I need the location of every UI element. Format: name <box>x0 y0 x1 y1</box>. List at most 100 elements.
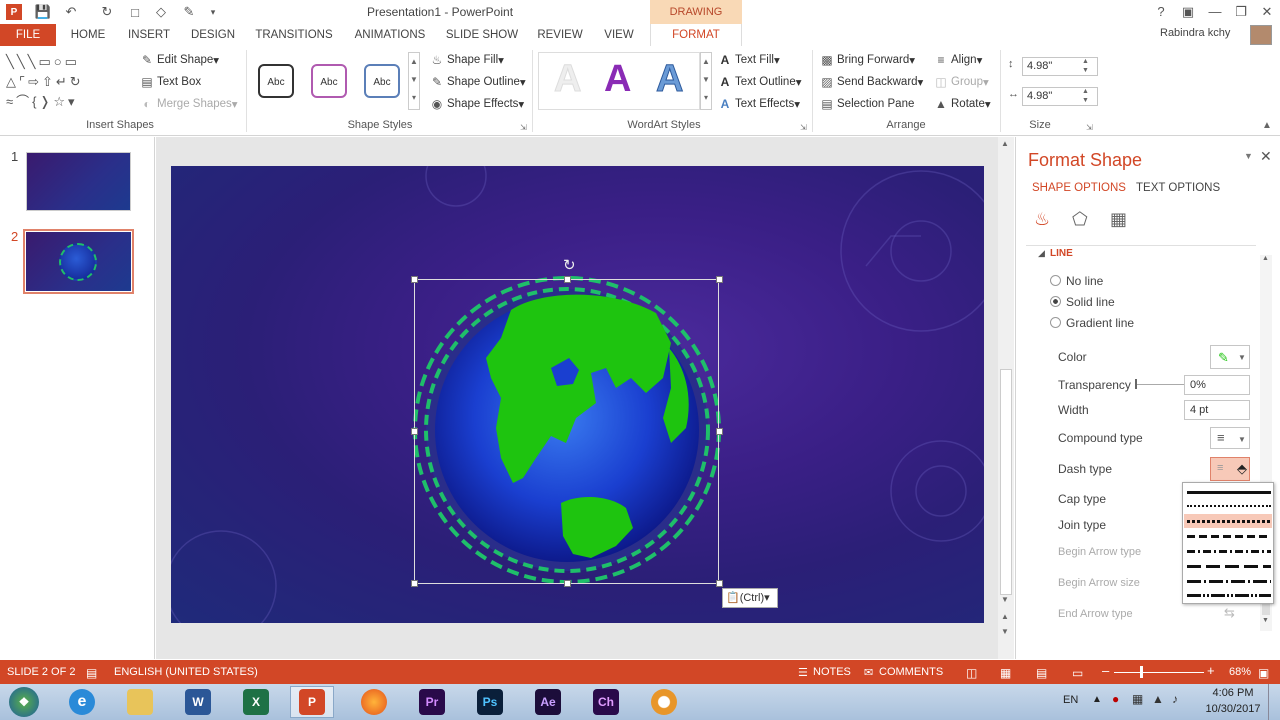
scroll-up-icon[interactable]: ▲ <box>1001 139 1009 148</box>
taskbar-recorder[interactable] <box>642 686 686 718</box>
wordart-style-1[interactable]: A <box>553 58 581 101</box>
next-slide-icon[interactable]: ▼ <box>1001 627 1009 636</box>
resize-handle[interactable] <box>411 428 418 435</box>
taskbar-powerpoint[interactable]: P <box>290 686 334 718</box>
solid-line-radio[interactable] <box>1050 296 1061 307</box>
transparency-input[interactable]: 0% <box>1184 375 1250 395</box>
slide-thumbnail-1[interactable] <box>26 152 131 211</box>
dash-option-long-dash-dot[interactable] <box>1187 576 1271 586</box>
minimize-button[interactable]: — <box>1204 2 1226 22</box>
dialog-launcher-icon[interactable]: ⇲ <box>520 123 527 132</box>
clock-date[interactable]: 10/30/2017 <box>1202 703 1264 715</box>
pane-close-icon[interactable]: ✕ <box>1260 148 1272 165</box>
comments-button[interactable]: COMMENTS <box>879 666 943 678</box>
tab-format[interactable]: FORMAT <box>650 24 742 46</box>
wordart-style-2[interactable]: A <box>604 58 631 101</box>
size-properties-icon[interactable]: ▦ <box>1110 209 1127 230</box>
ribbon-display-icon[interactable]: ▣ <box>1177 2 1199 22</box>
tray-icon[interactable]: ● <box>1112 692 1119 706</box>
pane-options-icon[interactable]: ▼ <box>1244 151 1253 161</box>
slide-sorter-icon[interactable]: ▦ <box>1000 666 1011 680</box>
network-icon[interactable]: ▲ <box>1152 692 1164 706</box>
color-picker-button[interactable]: ✎ ▼ <box>1210 345 1250 369</box>
tab-transitions[interactable]: TRANSITIONS <box>252 24 336 46</box>
user-name[interactable]: Rabindra kchy <box>1160 27 1230 39</box>
align-button[interactable]: ≡ Align ▾ <box>934 53 982 67</box>
effects-pentagon-icon[interactable]: ⬠ <box>1072 209 1088 230</box>
bring-forward-button[interactable]: ▩ Bring Forward ▾ <box>820 53 915 67</box>
input-language[interactable]: EN <box>1063 694 1078 706</box>
start-button[interactable]: ❖ <box>2 686 46 718</box>
fit-to-window-icon[interactable]: ▣ <box>1258 666 1269 680</box>
taskbar-premiere[interactable]: Pr <box>410 686 454 718</box>
resize-handle[interactable] <box>716 428 723 435</box>
selection-pane-button[interactable]: ▤ Selection Pane <box>820 97 914 111</box>
wordart-style-3[interactable]: A <box>655 58 683 101</box>
dash-option-dash-dot[interactable] <box>1187 546 1271 556</box>
tab-text-options[interactable]: TEXT OPTIONS <box>1136 182 1220 194</box>
resize-handle[interactable] <box>411 276 418 283</box>
shape-styles-scroll[interactable]: ▲ ▼ ▾ <box>408 52 420 110</box>
taskbar-word[interactable]: W <box>176 686 220 718</box>
shape-style-2[interactable]: Abc <box>311 64 347 98</box>
taskbar-explorer[interactable] <box>118 686 162 718</box>
transparency-slider[interactable] <box>1136 384 1184 385</box>
dash-option-dash[interactable] <box>1187 531 1271 541</box>
dialog-launcher-icon[interactable]: ⇲ <box>800 123 807 132</box>
scroll-down-icon[interactable]: ▼ <box>1001 595 1009 604</box>
text-box-button[interactable]: ▤ Text Box <box>140 75 201 89</box>
language-indicator[interactable]: ENGLISH (UNITED STATES) <box>114 666 258 678</box>
taskbar-firefox[interactable] <box>352 686 396 718</box>
rotate-button[interactable]: ▲ Rotate ▾ <box>934 97 991 111</box>
taskbar-after-effects[interactable]: Ae <box>526 686 570 718</box>
group-button[interactable]: ◫ Group ▾ <box>934 75 988 89</box>
help-button[interactable]: ? <box>1150 2 1172 22</box>
tab-shape-options[interactable]: SHAPE OPTIONS <box>1032 182 1126 194</box>
dash-option-long-dash-dot-dot[interactable] <box>1187 590 1271 600</box>
slide[interactable]: ↻ <box>171 166 984 623</box>
tab-design[interactable]: DESIGN <box>186 24 240 46</box>
text-effects-button[interactable]: A Text Effects ▾ <box>718 97 800 111</box>
notes-button[interactable]: NOTES <box>813 666 851 678</box>
slide-thumbnail-2[interactable] <box>26 232 131 291</box>
zoom-slider-thumb[interactable] <box>1140 666 1143 678</box>
no-line-radio[interactable] <box>1050 275 1061 286</box>
taskbar-ie[interactable]: e <box>60 686 104 718</box>
dash-type-dropdown[interactable]: ≡ ⬘ <box>1210 457 1250 481</box>
slide-count[interactable]: SLIDE 2 OF 2 <box>7 666 75 678</box>
show-hidden-icons[interactable]: ▲ <box>1092 694 1102 705</box>
shape-fill-button[interactable]: ♨ Shape Fill ▾ <box>430 53 504 67</box>
resize-handle[interactable] <box>564 276 571 283</box>
scroll-thumb[interactable] <box>1000 369 1012 595</box>
end-arrow-icon[interactable]: ⇆ <box>1224 605 1235 621</box>
width-input[interactable]: 4 pt <box>1184 400 1250 420</box>
edit-shape-button[interactable]: ✎ Edit Shape ▾ <box>140 53 219 67</box>
compound-type-dropdown[interactable]: ≡ ▼ <box>1210 427 1250 449</box>
transparency-slider-thumb[interactable] <box>1135 379 1137 389</box>
pane-scroll-down-icon[interactable]: ▼ <box>1262 617 1269 624</box>
previous-slide-icon[interactable]: ▲ <box>1001 612 1009 621</box>
taskbar-character-animator[interactable]: Ch <box>584 686 628 718</box>
resize-handle[interactable] <box>716 276 723 283</box>
taskbar-photoshop[interactable]: Ps <box>468 686 512 718</box>
height-spinner[interactable]: ▲ ▼ <box>1082 57 1089 75</box>
line-section-header[interactable]: LINE <box>1050 248 1073 259</box>
paste-options-button[interactable]: 📋(Ctrl)▾ <box>722 588 778 608</box>
wordart-scroll[interactable]: ▲ ▼ ▾ <box>700 52 712 110</box>
tab-slide-show[interactable]: SLIDE SHOW <box>444 24 520 46</box>
dash-option-solid[interactable] <box>1187 487 1271 497</box>
show-desktop-button[interactable] <box>1268 684 1280 720</box>
reading-view-icon[interactable]: ▤ <box>1036 666 1047 680</box>
zoom-out-icon[interactable]: – <box>1102 663 1109 678</box>
dash-option-square-dot[interactable] <box>1187 516 1271 526</box>
zoom-slider[interactable] <box>1114 672 1204 673</box>
text-outline-button[interactable]: A Text Outline ▾ <box>718 75 802 89</box>
collapse-ribbon-icon[interactable]: ▲ <box>1262 120 1272 131</box>
gradient-line-radio[interactable] <box>1050 317 1061 328</box>
tab-home[interactable]: HOME <box>64 24 112 46</box>
shape-effects-button[interactable]: ◉ Shape Effects ▾ <box>430 97 524 111</box>
canvas-scrollbar[interactable]: ▲ ▼ ▲ ▼ <box>998 137 1014 659</box>
shape-selection-frame[interactable] <box>414 279 719 584</box>
taskbar-excel[interactable]: X <box>234 686 278 718</box>
fill-line-icon[interactable]: ♨ <box>1034 209 1050 230</box>
